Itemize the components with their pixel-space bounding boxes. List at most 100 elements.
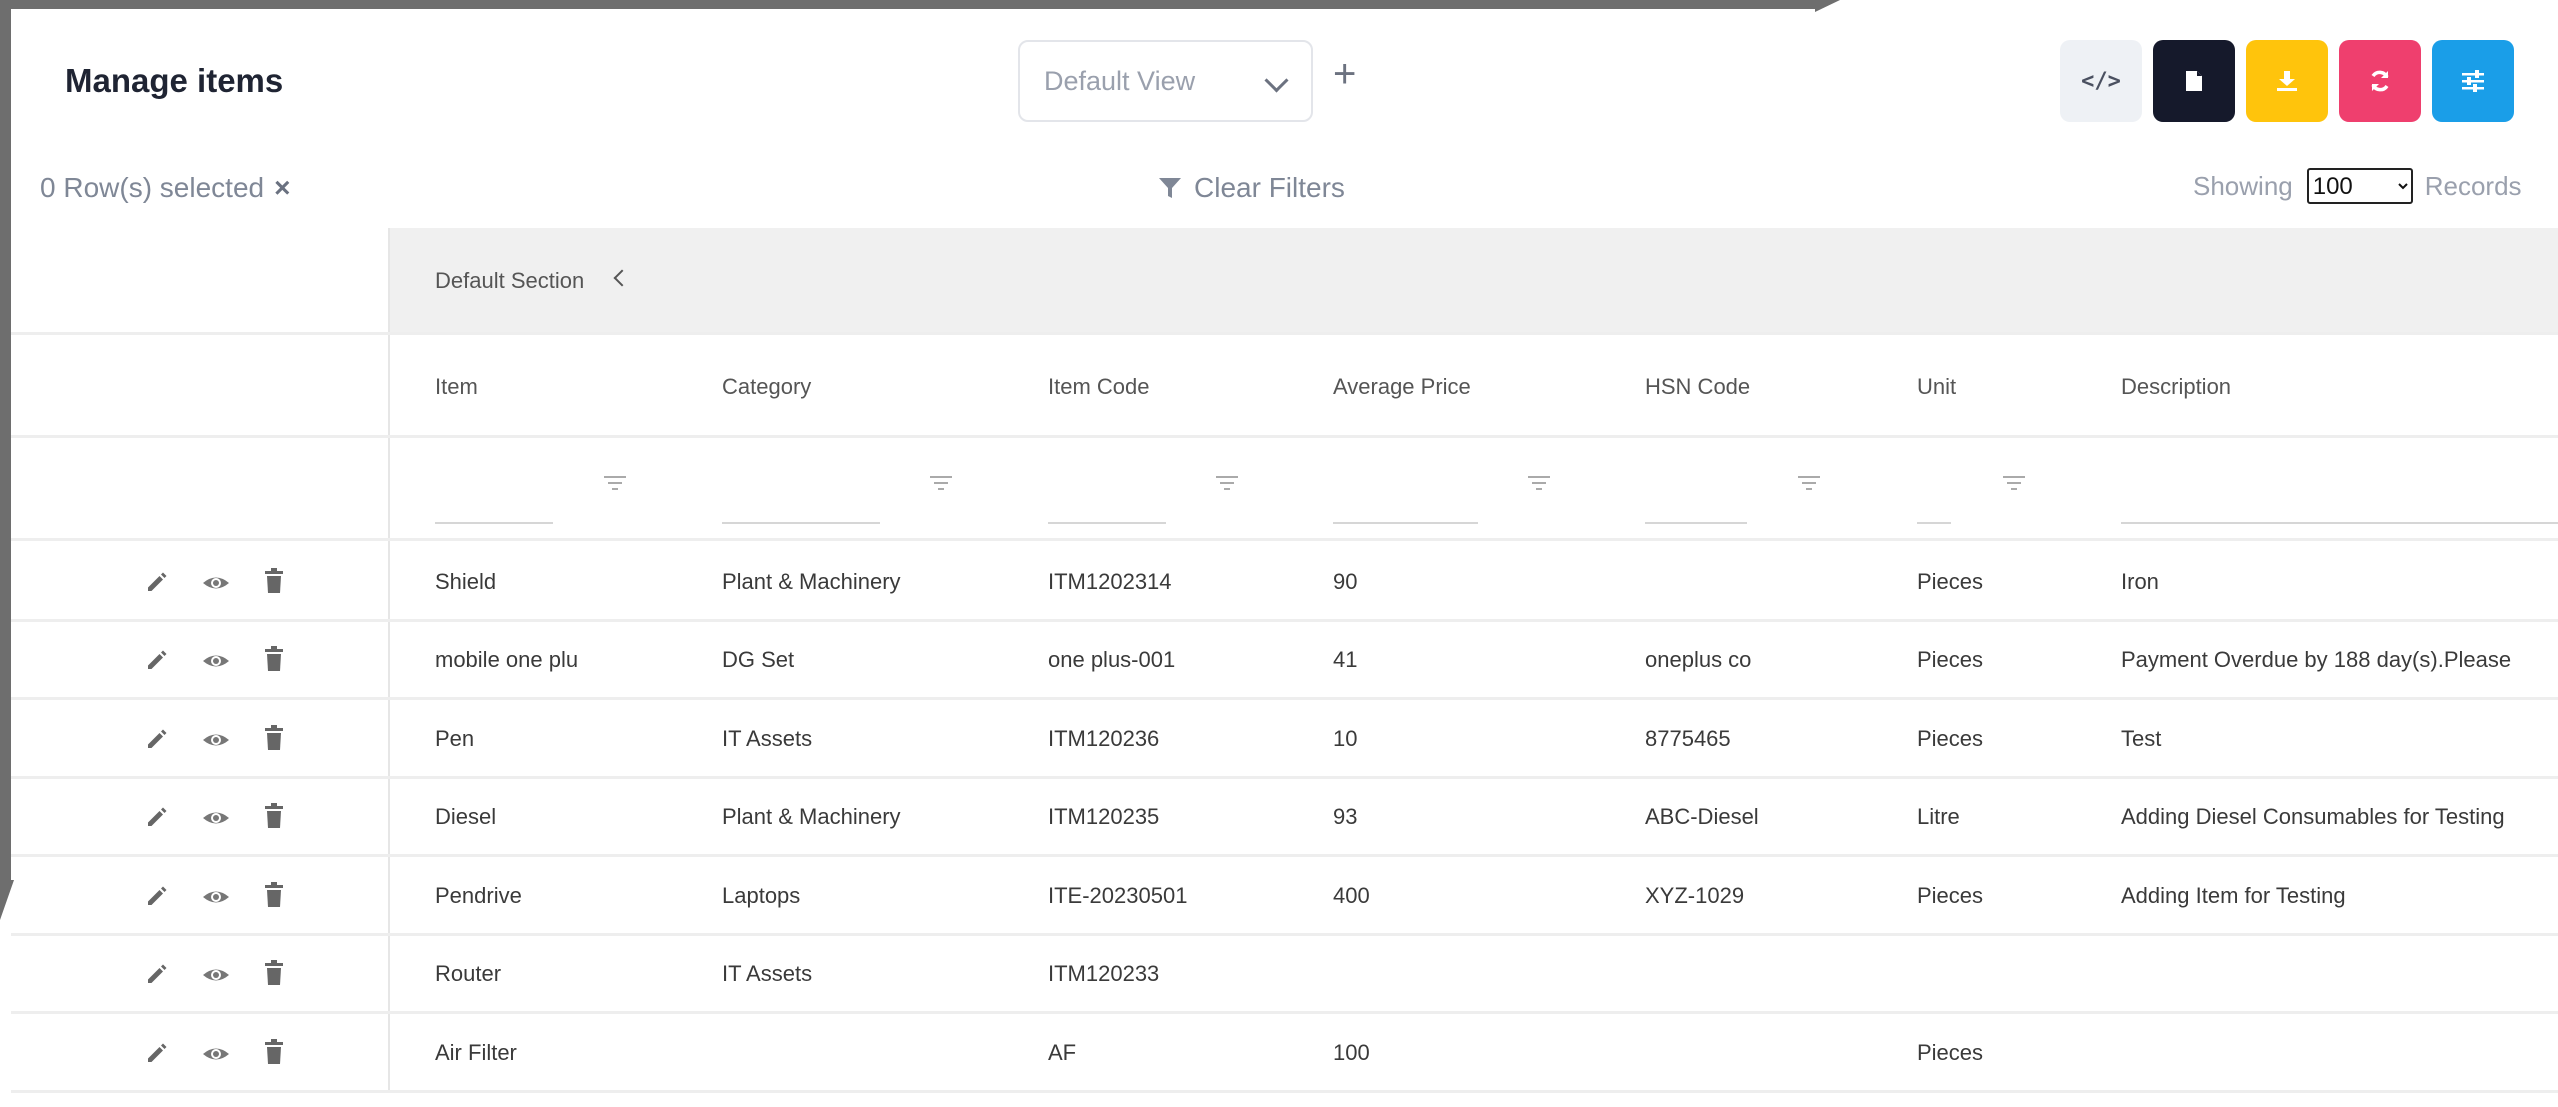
column-filter-icon[interactable] bbox=[604, 475, 626, 491]
table-cell: Pieces bbox=[1917, 647, 1984, 672]
clear-selection-icon[interactable]: × bbox=[274, 172, 290, 203]
table-cell: ITE-20230501 bbox=[1048, 883, 1188, 908]
section-header: Default Section bbox=[388, 228, 2558, 332]
edit-icon[interactable] bbox=[145, 570, 169, 594]
table-cell: Plant & Machinery bbox=[722, 804, 901, 829]
clear-filters-button[interactable]: Clear Filters bbox=[1158, 172, 1345, 204]
table-cell: Pendrive bbox=[435, 883, 522, 908]
table-cell: Air Filter bbox=[435, 1040, 517, 1065]
column-filter-icon[interactable] bbox=[2003, 475, 2025, 491]
table-divider bbox=[11, 435, 2558, 438]
delete-icon[interactable] bbox=[263, 803, 285, 829]
delete-icon[interactable] bbox=[263, 725, 285, 751]
document-icon bbox=[2186, 71, 2202, 91]
table-cell: Laptops bbox=[722, 883, 801, 908]
table-cell: Plant & Machinery bbox=[722, 569, 901, 594]
refresh-icon bbox=[2371, 70, 2389, 92]
refresh-button[interactable] bbox=[2339, 40, 2421, 122]
document-button[interactable] bbox=[2153, 40, 2235, 122]
table-cell: ITM120235 bbox=[1048, 804, 1160, 829]
column-filter-input[interactable] bbox=[2121, 522, 2558, 524]
view-icon[interactable] bbox=[202, 571, 230, 595]
column-filter-input[interactable] bbox=[1048, 522, 1166, 524]
records-select[interactable]: 100 bbox=[2306, 168, 2413, 204]
table-cell: Shield bbox=[435, 569, 497, 594]
table-cell: Pieces bbox=[1917, 726, 1984, 751]
table-cell: AF bbox=[1048, 1040, 1077, 1065]
table-cell: ITM120233 bbox=[1048, 961, 1160, 986]
table-cell: Router bbox=[435, 961, 502, 986]
table-row[interactable] bbox=[11, 935, 2558, 1011]
edit-icon[interactable] bbox=[145, 727, 169, 751]
section-label: Default Section bbox=[435, 268, 585, 293]
showing-label: Showing bbox=[2193, 170, 2293, 201]
column-filter-icon[interactable] bbox=[1216, 475, 1238, 491]
delete-icon[interactable] bbox=[263, 882, 285, 908]
table-cell: ITM1202314 bbox=[1048, 569, 1172, 594]
table-row[interactable] bbox=[11, 1014, 2558, 1090]
view-icon[interactable] bbox=[202, 963, 230, 987]
selection-count: 0 Row(s) selected bbox=[40, 172, 265, 203]
view-select-value: Default View bbox=[1044, 66, 1196, 96]
clear-filters-label: Clear Filters bbox=[1194, 172, 1345, 203]
table-cell: 93 bbox=[1333, 804, 1358, 829]
edit-icon[interactable] bbox=[145, 1041, 169, 1065]
table-cell: Adding Item for Testing bbox=[2121, 883, 2346, 908]
view-icon[interactable] bbox=[202, 728, 230, 752]
records-per-page: Showing 100 Records bbox=[2193, 168, 2522, 204]
column-filter-icon[interactable] bbox=[930, 475, 952, 491]
delete-icon[interactable] bbox=[263, 1039, 285, 1065]
table-cell: 90 bbox=[1333, 569, 1358, 594]
edit-icon[interactable] bbox=[145, 884, 169, 908]
column-filter-input[interactable] bbox=[1333, 522, 1478, 524]
view-select[interactable]: Default View bbox=[1018, 40, 1313, 122]
column-filter-input[interactable] bbox=[1645, 522, 1747, 524]
page-title: Manage items bbox=[65, 62, 284, 99]
table-cell: mobile one plu bbox=[435, 647, 579, 672]
table-cell: ITM120236 bbox=[1048, 726, 1160, 751]
collapse-section-icon[interactable] bbox=[613, 269, 631, 287]
delete-icon[interactable] bbox=[263, 646, 285, 672]
table-cell: XYZ-1029 bbox=[1645, 883, 1745, 908]
column-filter-icon[interactable] bbox=[1528, 475, 1550, 491]
table-cell: 400 bbox=[1333, 883, 1370, 908]
table-cell: Diesel bbox=[435, 804, 497, 829]
settings-button[interactable] bbox=[2432, 40, 2514, 122]
column-header: Average Price bbox=[1333, 374, 1471, 399]
table-cell: Payment Overdue by 188 day(s).Please bbox=[2121, 647, 2512, 672]
table-divider bbox=[11, 538, 2558, 541]
column-filter-icon[interactable] bbox=[1798, 475, 1820, 491]
column-header: Item Code bbox=[1048, 374, 1150, 399]
table-row[interactable] bbox=[11, 543, 2558, 619]
column-filter-input[interactable] bbox=[722, 522, 880, 524]
row-divider bbox=[11, 1090, 2558, 1093]
table-cell: Iron bbox=[2121, 569, 2159, 594]
view-icon[interactable] bbox=[202, 1042, 230, 1066]
table-cell: Pen bbox=[435, 726, 475, 751]
edit-icon[interactable] bbox=[145, 805, 169, 829]
table-cell: DG Set bbox=[722, 647, 795, 672]
table-cell: 100 bbox=[1333, 1040, 1370, 1065]
delete-icon[interactable] bbox=[263, 568, 285, 594]
table-cell: 10 bbox=[1333, 726, 1358, 751]
plus-icon[interactable]: + bbox=[1333, 54, 1356, 94]
filter-icon bbox=[1159, 178, 1181, 198]
edit-icon[interactable] bbox=[145, 962, 169, 986]
code-button[interactable]: </> bbox=[2060, 40, 2142, 122]
column-filter-input[interactable] bbox=[435, 522, 553, 524]
download-button[interactable] bbox=[2246, 40, 2328, 122]
column-header: Description bbox=[2121, 374, 2232, 399]
column-filter-input[interactable] bbox=[1917, 522, 1951, 524]
view-icon[interactable] bbox=[202, 649, 230, 673]
delete-icon[interactable] bbox=[263, 960, 285, 986]
view-icon[interactable] bbox=[202, 885, 230, 909]
table-cell: 8775465 bbox=[1645, 726, 1731, 751]
records-label: Records bbox=[2424, 170, 2522, 201]
view-icon[interactable] bbox=[202, 806, 230, 830]
table-cell: IT Assets bbox=[722, 726, 813, 751]
table-row[interactable] bbox=[11, 700, 2558, 776]
table-cell: Litre bbox=[1917, 804, 1960, 829]
edit-icon[interactable] bbox=[145, 648, 169, 672]
column-header: HSN Code bbox=[1645, 374, 1751, 399]
table-cell: ABC-Diesel bbox=[1645, 804, 1759, 829]
